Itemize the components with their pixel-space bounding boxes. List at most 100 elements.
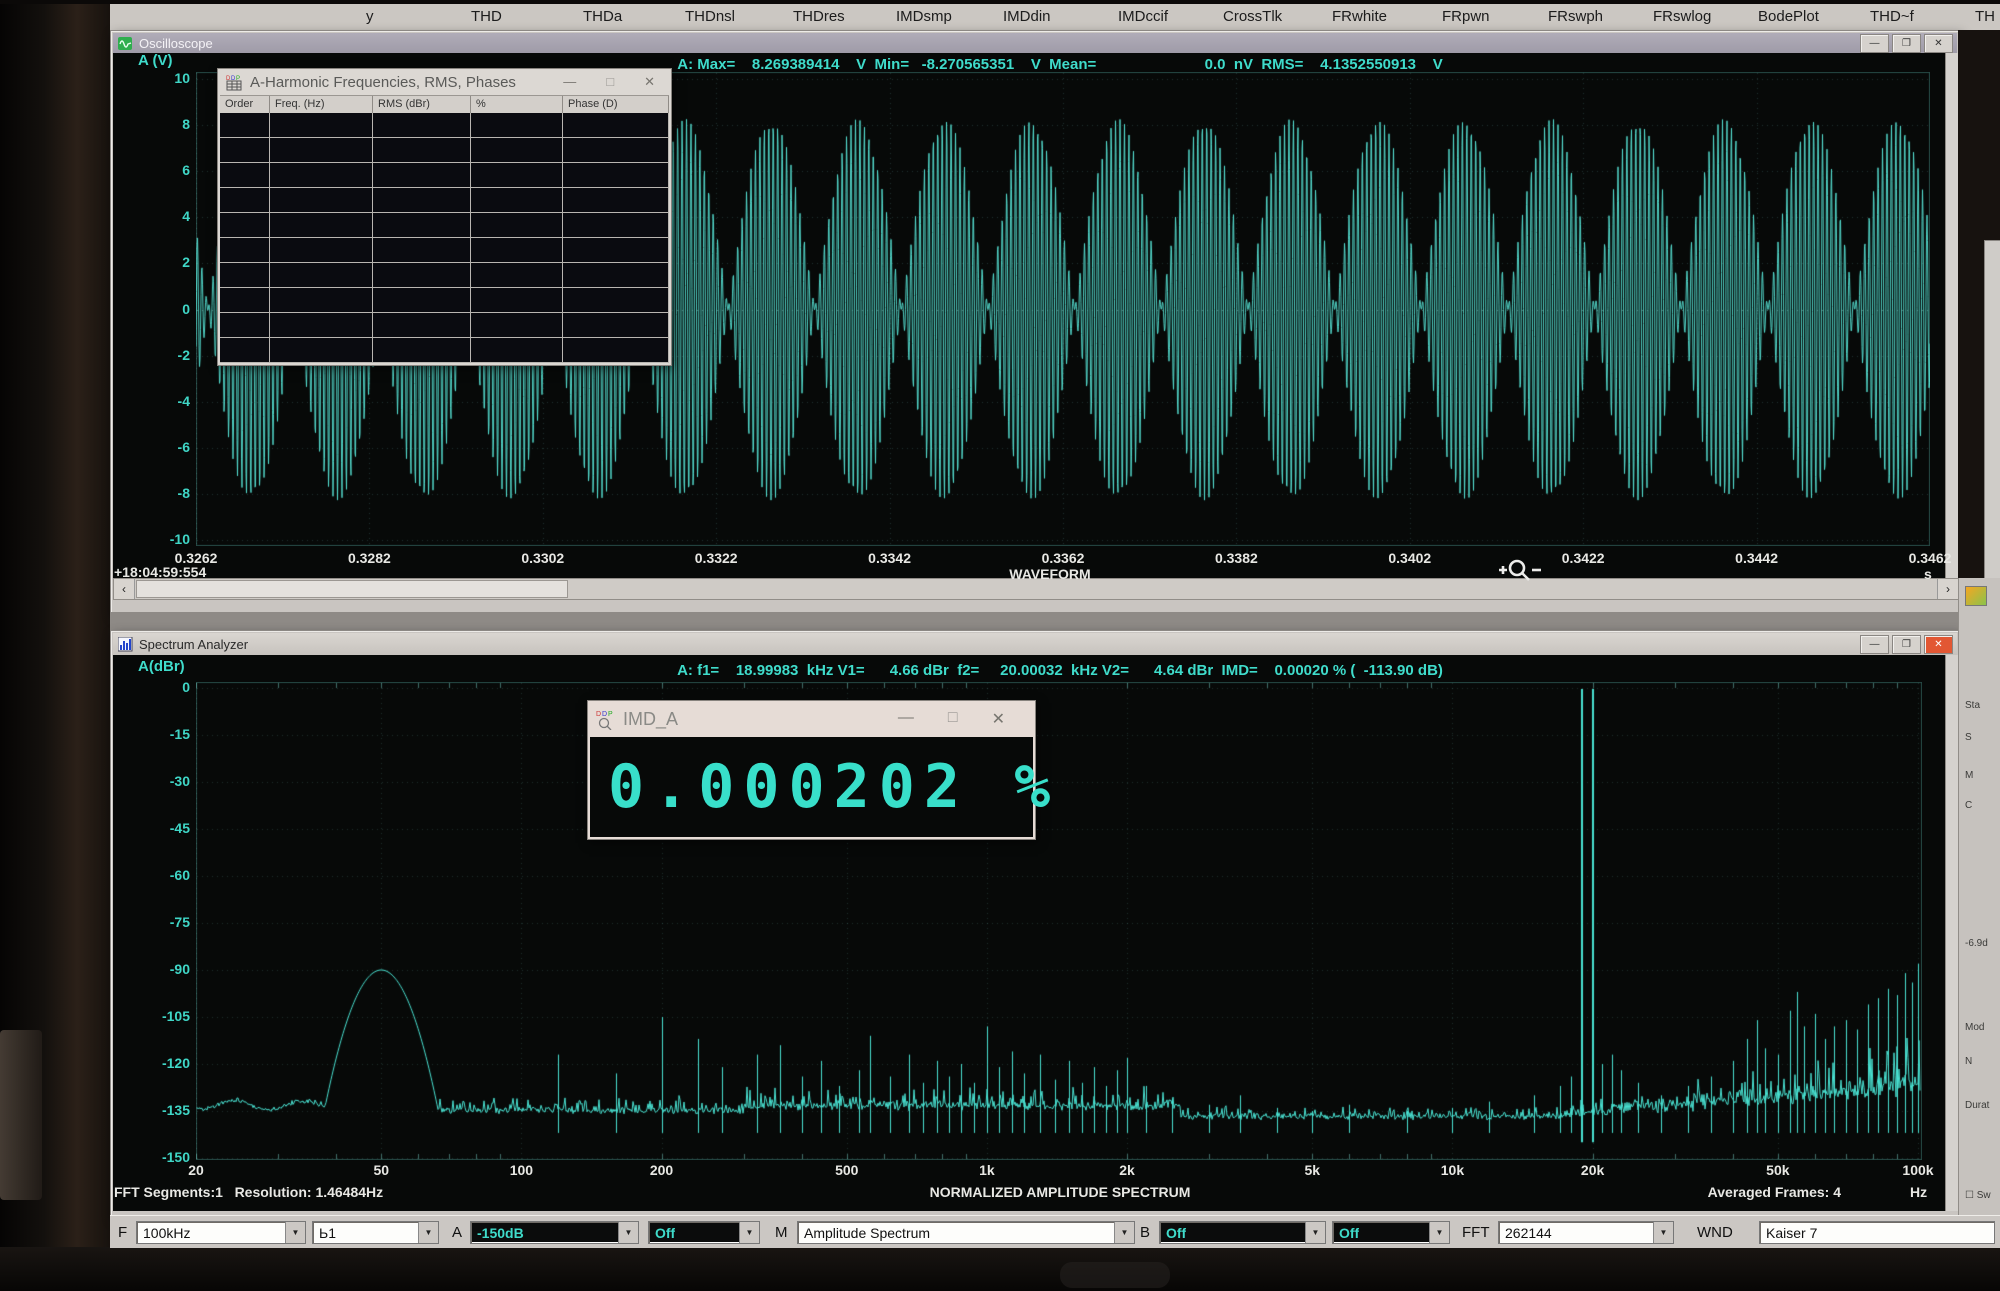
table-row[interactable]	[220, 113, 669, 138]
menu-item-IMDdin[interactable]: IMDdin	[1003, 8, 1051, 25]
maximize-icon[interactable]: □	[948, 709, 958, 729]
dropdown-arrow-icon[interactable]: ▼	[1429, 1222, 1449, 1243]
scope-y-tick-label: -2	[146, 347, 190, 363]
spectrum-maximize-button[interactable]: ❐	[1892, 635, 1921, 654]
menu-item-BodePlot[interactable]: BodePlot	[1758, 8, 1819, 25]
toolbar-combo-FFT[interactable]: 262144▼	[1498, 1221, 1674, 1244]
scope-x-tick-label: 0.3282	[324, 550, 414, 566]
toolbar-combo-M[interactable]: Amplitude Spectrum▼	[797, 1221, 1135, 1244]
dropdown-arrow-icon[interactable]: ▼	[1114, 1222, 1134, 1243]
close-icon[interactable]: ✕	[992, 709, 1005, 729]
table-cell	[270, 188, 373, 212]
menu-item-IMDccif[interactable]: IMDccif	[1118, 8, 1168, 25]
right-panel-fragment[interactable]: Mod	[1965, 1022, 1984, 1033]
right-panel-fragment[interactable]: C	[1965, 800, 1972, 811]
right-panel-fragment[interactable]: Durat	[1965, 1100, 1989, 1111]
toolbar-combo-field3[interactable]: Off▼	[648, 1221, 760, 1244]
harmonics-column-header[interactable]: Freq. (Hz)	[270, 96, 373, 114]
oscilloscope-minimize-button[interactable]: —	[1860, 34, 1889, 53]
oscilloscope-right-scrollbar[interactable]	[1945, 53, 1958, 578]
dropdown-arrow-icon[interactable]: ▼	[618, 1222, 638, 1243]
spectrum-title: Spectrum Analyzer	[139, 637, 248, 652]
dropdown-arrow-icon[interactable]: ▼	[418, 1222, 438, 1243]
dropdown-arrow-icon[interactable]: ▼	[1305, 1222, 1325, 1243]
imd-titlebar[interactable]: DDP IMD_A — □ ✕	[588, 701, 1035, 737]
toolbar-combo-B[interactable]: Off▼	[1159, 1221, 1326, 1244]
right-panel-fragment[interactable]: M	[1965, 770, 1973, 781]
table-cell	[373, 313, 471, 337]
foreground-object	[0, 1030, 42, 1200]
maximize-icon[interactable]: □	[606, 74, 614, 90]
table-row[interactable]	[220, 238, 669, 263]
menu-item-THD[interactable]: THD	[471, 8, 502, 25]
harmonics-column-header[interactable]: Phase (D)	[563, 96, 669, 114]
right-panel-fragment[interactable]: Sta	[1965, 700, 1980, 711]
scroll-left-arrow-icon[interactable]: ‹	[114, 579, 135, 599]
toolbar-combo-A[interactable]: -150dB▼	[470, 1221, 639, 1244]
spectrum-channel-label: A(dBr)	[138, 658, 185, 675]
table-cell	[471, 263, 563, 287]
table-cell	[270, 113, 373, 137]
harmonics-table-body[interactable]	[220, 113, 669, 363]
harmonics-column-header[interactable]: %	[471, 96, 563, 114]
harmonics-titlebar[interactable]: DDP A-Harmonic Frequencies, RMS, Phases …	[218, 69, 671, 95]
right-panel-icon[interactable]	[1965, 586, 1987, 606]
right-panel-fragment[interactable]: N	[1965, 1056, 1972, 1067]
harmonics-column-header[interactable]: Order	[220, 96, 270, 114]
spectrum-close-button[interactable]: ✕	[1924, 635, 1953, 654]
spectrum-y-tick-label: 0	[138, 679, 190, 695]
minimize-icon[interactable]: —	[563, 74, 576, 90]
spectrum-titlebar[interactable]: Spectrum Analyzer — ❐ ✕	[113, 633, 1957, 655]
dropdown-arrow-icon[interactable]: ▼	[1653, 1222, 1673, 1243]
harmonics-column-header[interactable]: RMS (dBr)	[373, 96, 471, 114]
scrollbar-thumb[interactable]	[136, 580, 568, 598]
table-row[interactable]	[220, 163, 669, 188]
oscilloscope-restore-button[interactable]: ❐	[1892, 34, 1921, 53]
table-cell	[471, 213, 563, 237]
menu-item-y[interactable]: y	[366, 8, 374, 25]
menu-item-CrossTlk[interactable]: CrossTlk	[1223, 8, 1282, 25]
right-panel-fragment[interactable]: S	[1965, 732, 1972, 743]
table-cell	[373, 113, 471, 137]
menu-item-THDnsl[interactable]: THDnsl	[685, 8, 735, 25]
menu-item-IMDsmp[interactable]: IMDsmp	[896, 8, 952, 25]
right-panel-fragment[interactable]: -6.9d	[1965, 938, 1988, 949]
table-row[interactable]	[220, 338, 669, 363]
table-cell	[563, 138, 669, 162]
toolbar-combo-field1[interactable]: Ь1▼	[312, 1221, 439, 1244]
toolbar-combo-F[interactable]: 100kHz▼	[136, 1221, 306, 1244]
oscilloscope-close-button[interactable]: ✕	[1924, 34, 1953, 53]
maximize-icon: ❐	[1902, 639, 1911, 650]
table-row[interactable]	[220, 263, 669, 288]
scope-x-tick-label: 0.3322	[671, 550, 761, 566]
menu-item-THDa[interactable]: THDa	[583, 8, 622, 25]
oscilloscope-titlebar[interactable]: Oscilloscope — ❐ ✕	[113, 33, 1957, 53]
menu-item-FRwhite[interactable]: FRwhite	[1332, 8, 1387, 25]
table-cell	[270, 213, 373, 237]
toolbar-combo-WND[interactable]: Kaiser 7	[1759, 1221, 1995, 1244]
menu-item-THDres[interactable]: THDres	[793, 8, 845, 25]
scroll-right-arrow-icon[interactable]: ›	[1937, 579, 1958, 599]
minimize-icon[interactable]: —	[898, 709, 914, 729]
right-panel-fragment[interactable]: ☐ Sw	[1965, 1190, 1991, 1201]
combo-value: Kaiser 7	[1760, 1225, 1817, 1241]
menu-item-FRswph[interactable]: FRswph	[1548, 8, 1603, 25]
menu-item-TH[interactable]: TH	[1975, 8, 1995, 25]
spectrum-right-scrollbar[interactable]	[1945, 655, 1958, 1211]
dropdown-arrow-icon[interactable]: ▼	[285, 1222, 305, 1243]
menu-item-THD~f[interactable]: THD~f	[1870, 8, 1914, 25]
zoom-magnifier-icon[interactable]	[1495, 556, 1545, 584]
table-row[interactable]	[220, 188, 669, 213]
table-cell	[220, 313, 270, 337]
menu-item-FRpwn[interactable]: FRpwn	[1442, 8, 1490, 25]
spectrum-minimize-button[interactable]: —	[1860, 635, 1889, 654]
table-row[interactable]	[220, 138, 669, 163]
menu-item-FRswlog[interactable]: FRswlog	[1653, 8, 1711, 25]
toolbar-combo-field6[interactable]: Off▼	[1332, 1221, 1450, 1244]
dropdown-arrow-icon[interactable]: ▼	[739, 1222, 759, 1243]
close-icon[interactable]: ✕	[644, 74, 655, 90]
table-row[interactable]	[220, 213, 669, 238]
table-cell	[471, 188, 563, 212]
table-row[interactable]	[220, 288, 669, 313]
table-row[interactable]	[220, 313, 669, 338]
